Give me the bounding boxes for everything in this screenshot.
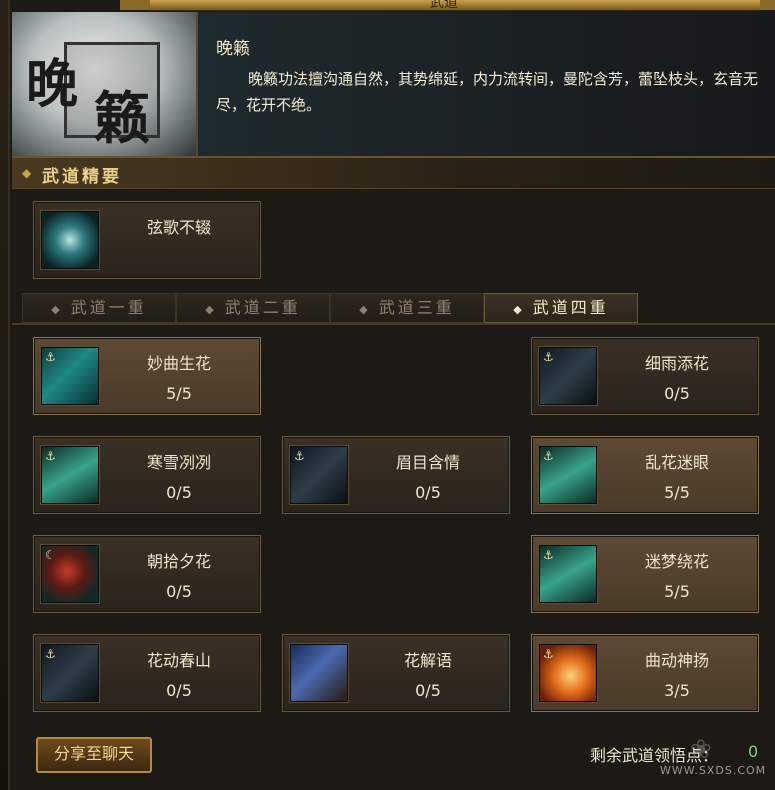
skill-card[interactable]: ⚓ 迷梦绕花 5/5: [531, 535, 759, 613]
skill-name: 妙曲生花: [146, 354, 211, 373]
watermark-text: WWW.SXDS.COM: [660, 764, 767, 777]
tab-tier-3[interactable]: ◆ 武道三重: [330, 293, 484, 323]
skill-name: 乱花迷眼: [644, 453, 709, 472]
skill-card[interactable]: ☾ 朝拾夕花 0/5: [33, 535, 261, 613]
style-description: 晚籁功法擅沟通自然，其势绵延，内力流转间，曼陀含芳，蕾坠枝头，玄音无尽，花开不绝…: [216, 70, 759, 114]
diamond-icon: ◆: [22, 166, 32, 180]
snow-icon: ⚓: [41, 446, 99, 504]
skill-points: 0/5: [415, 681, 441, 700]
moon-icon: ☾: [45, 548, 56, 562]
skill-points: 3/5: [664, 681, 690, 700]
spring-mountain-icon: ⚓: [41, 644, 99, 702]
skill-name: 眉目含情: [395, 453, 460, 472]
tab-label: 武道二重: [224, 298, 301, 317]
anchor-icon: ⚓: [45, 449, 56, 463]
anchor-icon: ⚓: [543, 647, 554, 661]
music-scroll-icon: ⚓: [41, 347, 99, 405]
petal-wind-icon: ⚓: [539, 446, 597, 504]
title-bar: 武道: [150, 0, 760, 11]
tab-label: 武道三重: [378, 298, 455, 317]
skill-points: 0/5: [166, 681, 192, 700]
skill-name: 花解语: [403, 651, 452, 670]
window-left-border: [0, 0, 8, 790]
skill-card[interactable]: ⚓ 乱花迷眼 5/5: [531, 436, 759, 514]
skill-card[interactable]: ⚓ 细雨添花 0/5: [531, 337, 759, 415]
skill-points: 5/5: [166, 384, 192, 403]
skill-name: 朝拾夕花: [146, 552, 211, 571]
diamond-icon: ◆: [205, 303, 217, 316]
skill-name: 细雨添花: [644, 354, 709, 373]
diamond-icon: ◆: [51, 303, 63, 316]
essentials-section-title: ◆ 武道精要: [12, 158, 775, 189]
anchor-icon: ⚓: [543, 548, 554, 562]
skill-card[interactable]: 花解语 0/5: [282, 634, 510, 712]
remaining-points-value: 0: [748, 742, 759, 761]
style-header: 晚 籁 晚籁 晚籁功法擅沟通自然，其势绵延，内力流转间，曼陀含芳，蕾坠枝头，玄音…: [12, 12, 775, 158]
skill-points: 0/5: [415, 483, 441, 502]
dream-wind-icon: ⚓: [539, 545, 597, 603]
skill-name: 迷梦绕花: [644, 552, 709, 571]
portrait-char-1: 晚: [26, 54, 79, 115]
rain-flower-icon: ⚓: [539, 347, 597, 405]
tab-tier-2[interactable]: ◆ 武道二重: [176, 293, 330, 323]
anchor-icon: ⚓: [543, 449, 554, 463]
skill-name: 花动春山: [146, 651, 211, 670]
diamond-icon: ◆: [513, 303, 525, 316]
tab-label: 武道一重: [70, 298, 147, 317]
skill-points: 0/5: [166, 483, 192, 502]
skill-points: 0/5: [166, 582, 192, 601]
portrait-char-2: 籁: [94, 86, 150, 152]
tab-label: 武道四重: [532, 298, 609, 317]
skill-card[interactable]: ⚓ 妙曲生花 5/5: [33, 337, 261, 415]
skill-points: 0/5: [664, 384, 690, 403]
fire-swirl-icon: ⚓: [539, 644, 597, 702]
skill-name: 曲动神扬: [644, 651, 709, 670]
tab-tier-1[interactable]: ◆ 武道一重: [22, 293, 176, 323]
red-flower-icon: ☾: [41, 545, 99, 603]
skill-points: 5/5: [664, 582, 690, 601]
flower-speech-icon: [290, 644, 348, 702]
skill-points: 5/5: [664, 483, 690, 502]
window-title: 武道: [430, 0, 458, 11]
watermark-logo-icon: ❀: [690, 735, 712, 765]
skill-card[interactable]: ⚓ 花动春山 0/5: [33, 634, 261, 712]
skill-card[interactable]: ⚓ 曲动神扬 3/5: [531, 634, 759, 712]
style-info: 晚籁 晚籁功法擅沟通自然，其势绵延，内力流转间，曼陀含芳，蕾坠枝头，玄音无尽，花…: [198, 12, 775, 156]
style-portrait: 晚 籁: [12, 12, 198, 156]
anchor-icon: ⚓: [294, 449, 305, 463]
title-bar-left-cap: [120, 0, 150, 10]
tab-tier-4[interactable]: ◆ 武道四重: [484, 293, 638, 323]
skill-card[interactable]: ⚓ 眉目含情 0/5: [282, 436, 510, 514]
close-icon[interactable]: [760, 0, 775, 10]
skill-name: 弦歌不辍: [146, 218, 211, 237]
share-to-chat-button[interactable]: 分享至聊天: [36, 737, 152, 773]
anchor-icon: ⚓: [543, 350, 554, 364]
anchor-icon: ⚓: [45, 350, 56, 364]
essential-skill-card[interactable]: 弦歌不辍: [33, 201, 261, 279]
essentials-title: 武道精要: [42, 167, 122, 187]
tier-tabs: ◆ 武道一重 ◆ 武道二重 ◆ 武道三重 ◆ 武道四重: [12, 293, 775, 325]
anchor-icon: ⚓: [45, 647, 56, 661]
style-name: 晚籁: [216, 39, 250, 59]
gaze-icon: ⚓: [290, 446, 348, 504]
diamond-icon: ◆: [359, 303, 371, 316]
skill-name: 寒雪冽冽: [146, 453, 211, 472]
skill-card[interactable]: ⚓ 寒雪冽冽 0/5: [33, 436, 261, 514]
lyre-song-icon: [41, 211, 99, 269]
